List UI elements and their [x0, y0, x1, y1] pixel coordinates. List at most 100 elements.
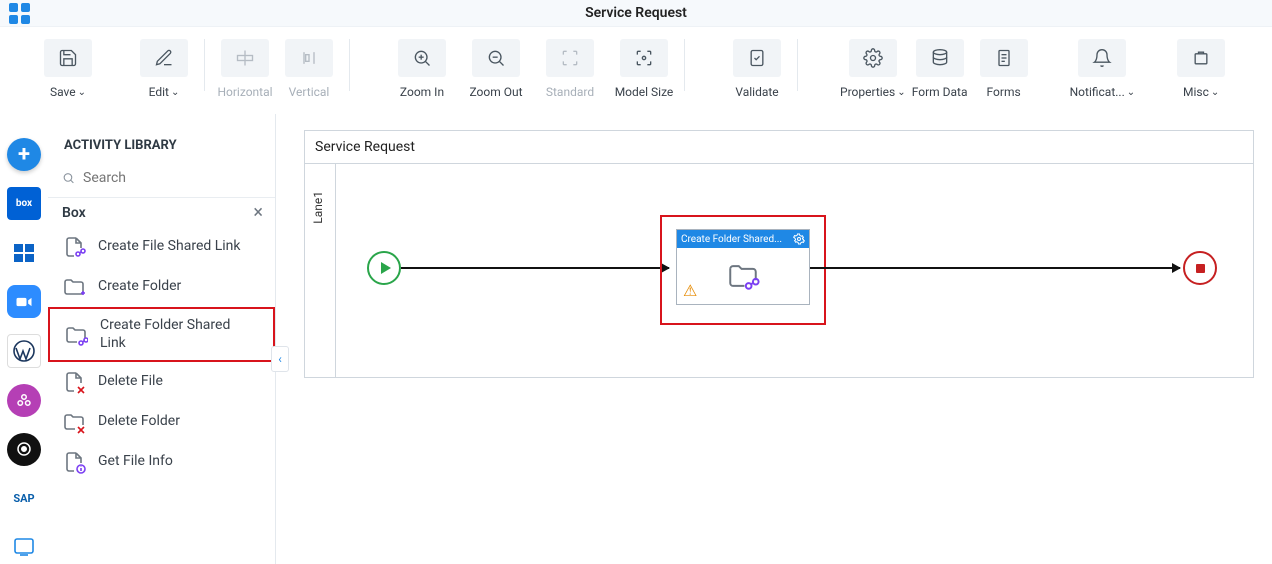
page-title: Service Request [585, 5, 687, 21]
misc-label: Misc [1183, 85, 1209, 99]
toolbar-separator [684, 39, 685, 91]
save-icon [44, 39, 92, 77]
zoom-in-icon [398, 39, 446, 77]
align-vertical-icon [285, 39, 333, 77]
rail-item-windows[interactable] [7, 236, 41, 269]
activity-item-delete-file[interactable]: Delete File [48, 362, 275, 402]
rail-item-sap[interactable]: SAP [7, 482, 41, 515]
activity-node-title: Create Folder Shared... [681, 234, 782, 245]
activity-label: Delete File [98, 373, 163, 391]
activity-item-create-folder-shared-link[interactable]: Create Folder Shared Link [48, 307, 275, 362]
activity-label: Delete Folder [98, 413, 180, 431]
edit-button[interactable]: Edit⌄ [134, 39, 194, 99]
toolbar-separator [797, 39, 798, 91]
misc-icon [1177, 39, 1225, 77]
rail-item-connector-b[interactable] [7, 433, 41, 466]
canvas-wrap: Service Request Lane1 Create Folder Shar… [276, 114, 1272, 564]
process-canvas[interactable]: Service Request Lane1 Create Folder Shar… [304, 130, 1254, 378]
fit-standard-icon [546, 39, 594, 77]
activity-item-get-file-info[interactable]: Get File Info [48, 442, 275, 482]
activity-item-create-folder[interactable]: Create Folder [48, 267, 275, 307]
model-size-label: Model Size [615, 85, 674, 99]
search-icon [62, 169, 75, 187]
gear-icon[interactable] [793, 233, 805, 245]
properties-label: Properties [840, 85, 895, 99]
save-label: Save [50, 85, 76, 99]
rail-item-more[interactable] [7, 531, 41, 564]
misc-button[interactable]: Misc⌄ [1171, 39, 1231, 99]
activity-label: Get File Info [98, 453, 173, 471]
database-icon [916, 39, 964, 77]
toolbar-separator [349, 39, 350, 91]
flow-edge[interactable] [401, 267, 669, 269]
library-title: ACTIVITY LIBRARY [48, 114, 275, 165]
validate-icon [733, 39, 781, 77]
zoom-standard-button[interactable]: Standard [540, 39, 600, 99]
activity-library-panel: ACTIVITY LIBRARY Box × Create File Share… [48, 114, 276, 564]
rail-item-zoom[interactable] [7, 285, 41, 318]
library-search[interactable] [48, 165, 275, 198]
apps-grid-icon[interactable] [6, 3, 32, 23]
model-size-icon [620, 39, 668, 77]
toolbar: Save⌄ Edit⌄ Horizontal Vertical Zoom In … [0, 27, 1272, 114]
chevron-down-icon: ⌄ [78, 87, 86, 98]
gear-icon [849, 39, 897, 77]
folder-delete-icon [62, 410, 86, 434]
align-horizontal-icon [221, 39, 269, 77]
canvas-title: Service Request [315, 139, 415, 155]
add-integration-button[interactable]: + [7, 138, 41, 171]
file-delete-icon [62, 370, 86, 394]
zoom-out-label: Zoom Out [469, 85, 522, 99]
validate-label: Validate [735, 85, 778, 99]
rail-item-box[interactable]: box [7, 187, 41, 220]
activity-label: Create Folder [98, 278, 181, 296]
edit-label: Edit [149, 85, 169, 99]
forms-button[interactable]: Forms [974, 39, 1034, 99]
activity-node-body: ⚠ [677, 248, 809, 304]
rail-item-connector-a[interactable] [7, 384, 41, 417]
activity-node[interactable]: Create Folder Shared... ⚠ [676, 229, 810, 305]
search-input[interactable] [83, 170, 261, 186]
folder-link-icon [723, 259, 763, 293]
start-node[interactable] [367, 251, 401, 285]
close-icon[interactable]: × [253, 202, 263, 223]
end-node[interactable] [1183, 251, 1217, 285]
chevron-down-icon: ⌄ [897, 87, 905, 98]
flow-edge[interactable] [810, 267, 1180, 269]
properties-button[interactable]: Properties⌄ [840, 39, 906, 99]
validate-button[interactable]: Validate [727, 39, 787, 99]
header-bar: Service Request [0, 0, 1272, 27]
folder-plus-icon [62, 275, 86, 299]
rail-item-wordpress[interactable] [7, 334, 41, 367]
activity-item-create-file-shared-link[interactable]: Create File Shared Link [48, 227, 275, 267]
forms-icon [980, 39, 1028, 77]
integration-rail: + box SAP [0, 114, 48, 564]
forms-label: Forms [987, 85, 1021, 99]
warning-icon: ⚠ [683, 281, 697, 300]
canvas-divider [305, 163, 1253, 164]
activity-label: Create Folder Shared Link [100, 317, 259, 352]
form-data-button[interactable]: Form Data [910, 39, 970, 99]
notifications-button[interactable]: Notificat...⌄ [1070, 39, 1136, 99]
edit-icon [140, 39, 188, 77]
activity-list: Create File Shared Link Create Folder Cr… [48, 227, 275, 482]
chevron-down-icon: ⌄ [1211, 87, 1219, 98]
zoom-model-size-button[interactable]: Model Size [614, 39, 674, 99]
folder-link-icon [64, 323, 88, 347]
activity-item-delete-folder[interactable]: Delete Folder [48, 402, 275, 442]
main-area: + box SAP ACTIVITY LIBRARY Box × [0, 114, 1272, 564]
toolbar-separator [204, 39, 205, 91]
zoom-out-button[interactable]: Zoom Out [466, 39, 526, 99]
zoom-in-button[interactable]: Zoom In [392, 39, 452, 99]
chevron-down-icon: ⌄ [171, 87, 179, 98]
file-info-icon [62, 450, 86, 474]
notifications-label: Notificat... [1070, 85, 1125, 99]
category-label: Box [62, 205, 86, 221]
standard-label: Standard [546, 85, 594, 99]
file-link-icon [62, 235, 86, 259]
chevron-down-icon: ⌄ [1127, 87, 1135, 98]
save-button[interactable]: Save⌄ [38, 39, 98, 99]
bell-icon [1078, 39, 1126, 77]
align-vertical-button[interactable]: Vertical [279, 39, 339, 99]
align-horizontal-button[interactable]: Horizontal [215, 39, 275, 99]
